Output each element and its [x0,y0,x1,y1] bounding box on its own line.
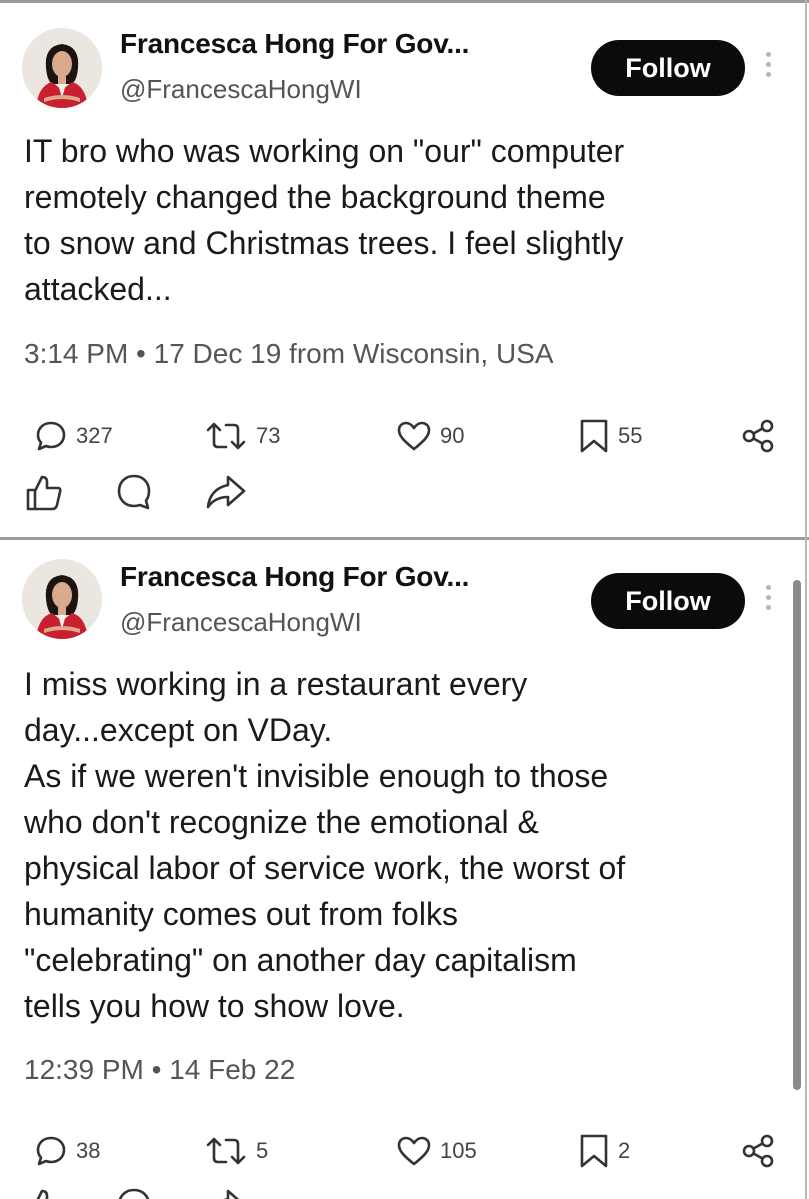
author-handle[interactable]: @FrancescaHongWI [120,607,362,638]
repost-count: 5 [256,1138,269,1163]
secondary-action-bar [0,1186,809,1199]
post-text-line: to snow and Christmas trees. I feel slig… [24,225,624,261]
repost-button[interactable]: 5 [204,1131,268,1171]
share-button[interactable] [740,1131,776,1171]
bookmark-button[interactable]: 55 [578,416,642,456]
bookmark-button[interactable]: 2 [578,1131,630,1171]
like-button[interactable]: 90 [396,416,464,456]
forward-arrow-icon[interactable] [204,472,248,512]
post-card: Francesca Hong For Gov... @FrancescaHong… [0,0,809,537]
bookmark-icon [580,419,608,453]
comment-bubble-icon [36,1136,66,1166]
post-text-line: tells you how to show love. [24,988,405,1024]
post-text-line: physical labor of service work, the wors… [24,850,626,886]
author-handle[interactable]: @FrancescaHongWI [120,74,362,105]
share-button[interactable] [740,416,776,456]
share-nodes-icon [742,419,774,453]
bookmark-count: 55 [618,423,643,448]
post-timestamp: 3:14 PM • 17 Dec 19 from Wisconsin, USA [24,338,554,369]
heart-icon [397,421,431,451]
author-name[interactable]: Francesca Hong For Gov... [120,28,469,60]
post-card: Francesca Hong For Gov... @FrancescaHong… [0,537,809,1199]
post-text-line: attacked... [24,271,172,307]
reply-button[interactable]: 38 [34,1131,100,1171]
avatar[interactable] [22,28,102,108]
comment-bubble-icon [36,421,66,451]
heart-icon [397,1136,431,1166]
thumbs-up-icon[interactable] [24,472,64,512]
author-name[interactable]: Francesca Hong For Gov... [120,561,469,593]
bookmark-count: 2 [618,1138,631,1163]
reply-button[interactable]: 327 [34,416,113,456]
divider [805,537,807,1199]
post-text-line: humanity comes out from folks [24,896,458,932]
follow-button[interactable]: Follow [591,40,745,96]
like-count: 105 [440,1138,477,1163]
post-text: IT bro who was working on "our" computer… [24,128,794,312]
divider [0,537,809,540]
reply-count: 38 [76,1138,101,1163]
post-text-line: As if we weren't invisible enough to tho… [24,758,609,794]
action-bar: 38 5 105 2 [0,1131,809,1171]
post-text-line: "celebrating" on another day capitalism [24,942,577,978]
repost-arrows-icon [206,422,246,450]
comment-circle-icon[interactable] [114,1186,154,1199]
secondary-action-bar [0,472,809,512]
thumbs-up-icon[interactable] [24,1186,64,1199]
post-timestamp: 12:39 PM • 14 Feb 22 [24,1054,296,1085]
follow-button[interactable]: Follow [591,573,745,629]
action-bar: 327 73 90 55 [0,416,809,456]
post-text-line: IT bro who was working on "our" computer [24,133,625,169]
more-options-icon[interactable] [762,585,774,621]
forward-arrow-icon[interactable] [204,1186,248,1199]
repost-arrows-icon [206,1137,246,1165]
post-text-line: day...except on VDay. [24,712,333,748]
like-count: 90 [440,423,465,448]
post-text-line: I miss working in a restaurant every [24,666,528,702]
divider [805,0,807,537]
scrollbar[interactable] [793,580,801,1090]
more-options-icon[interactable] [762,52,774,88]
avatar[interactable] [22,559,102,639]
share-nodes-icon [742,1134,774,1168]
bookmark-icon [580,1134,608,1168]
comment-circle-icon[interactable] [114,472,154,512]
like-button[interactable]: 105 [396,1131,477,1171]
post-text: I miss working in a restaurant every day… [24,661,794,1029]
repost-button[interactable]: 73 [204,416,280,456]
post-text-line: who don't recognize the emotional & [24,804,539,840]
post-text-line: remotely changed the background theme [24,179,606,215]
repost-count: 73 [256,423,281,448]
divider [0,0,809,3]
reply-count: 327 [76,423,113,448]
